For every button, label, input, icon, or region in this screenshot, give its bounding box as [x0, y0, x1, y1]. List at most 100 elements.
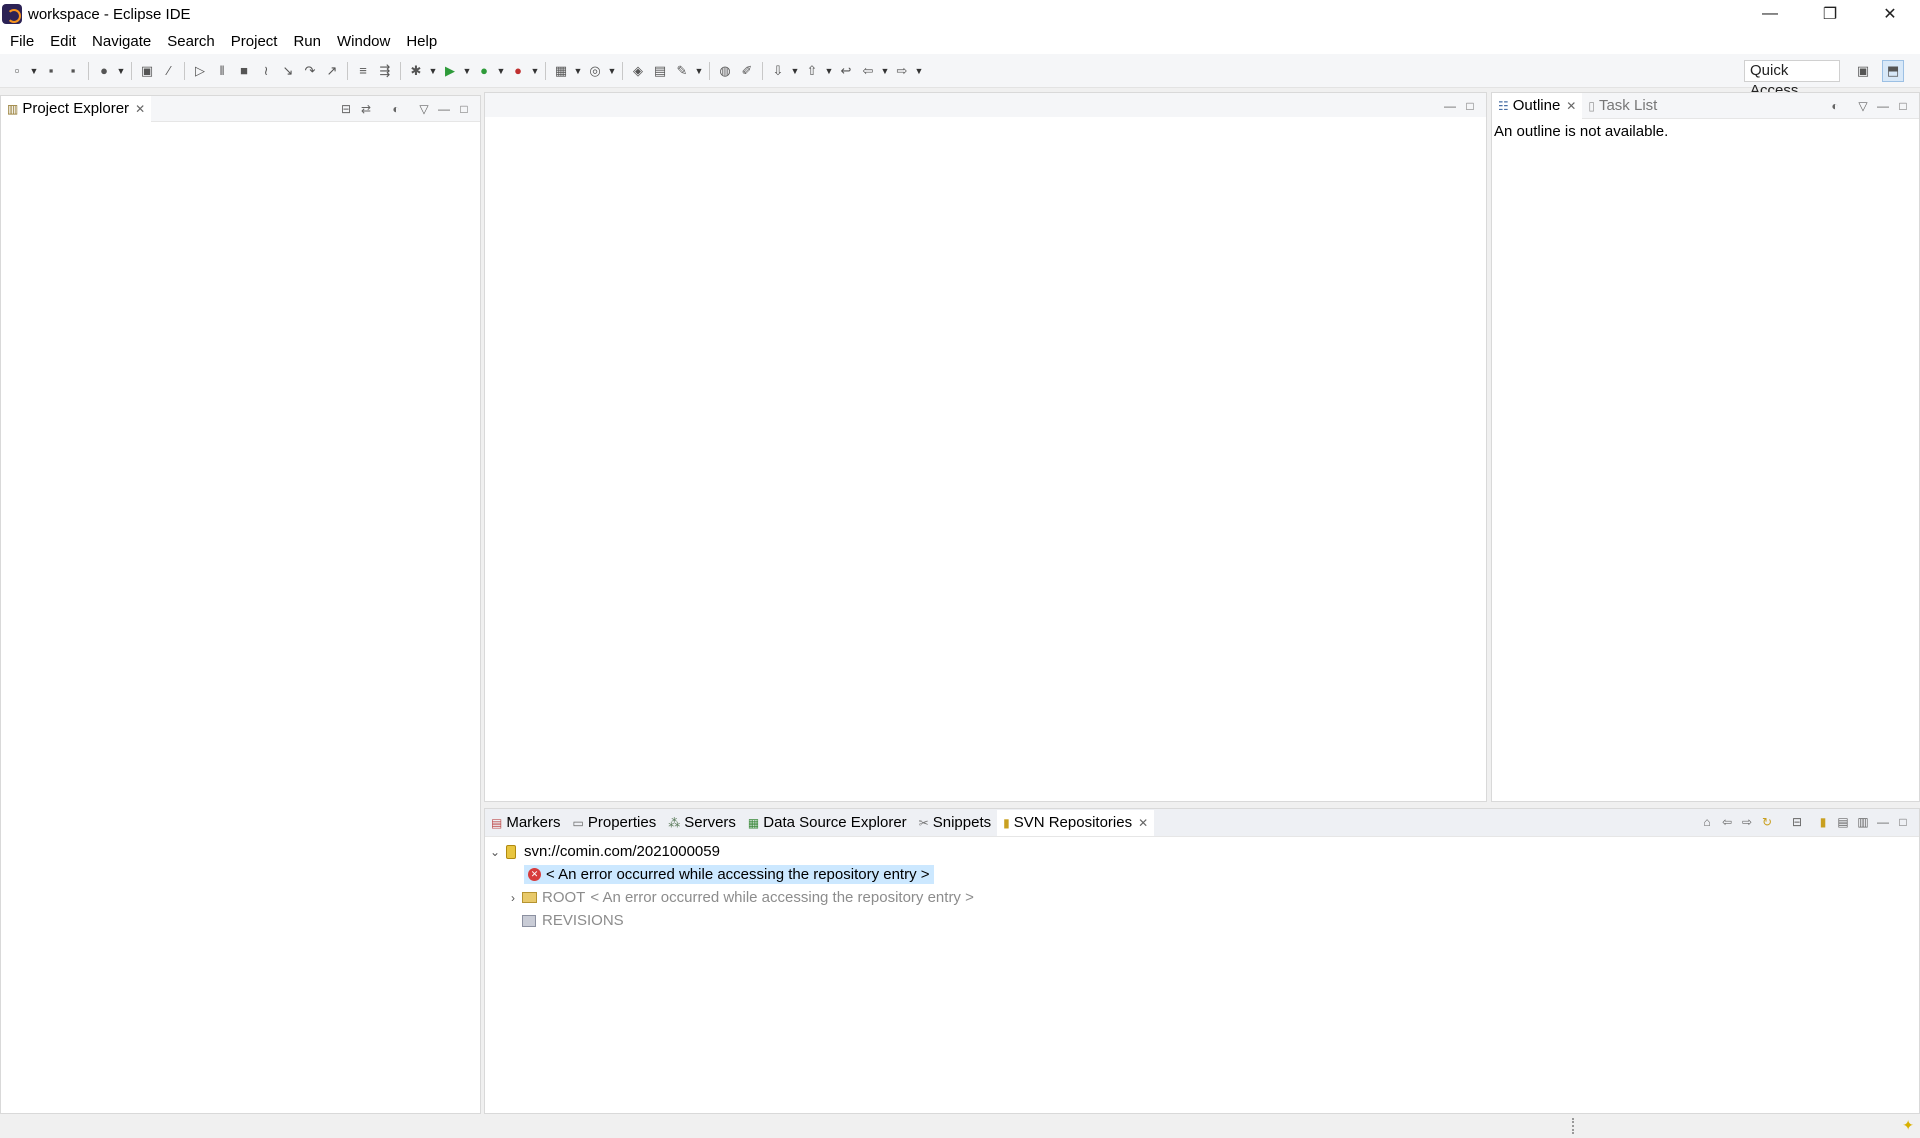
forward-icon[interactable]: ⇨: [1737, 812, 1757, 832]
tree-row-error[interactable]: ✕ < An error occurred while accessing th…: [485, 863, 1919, 886]
debug-icon[interactable]: ✱: [405, 60, 427, 82]
search-dropdown-icon[interactable]: ▼: [693, 60, 705, 82]
focus-icon[interactable]: ◐: [386, 99, 406, 119]
close-icon[interactable]: ✕: [1566, 99, 1576, 113]
toggle-annotation-icon[interactable]: ✐: [736, 60, 758, 82]
link-with-editor-icon[interactable]: ⇄: [356, 99, 376, 119]
minimize-icon[interactable]: —: [434, 99, 454, 119]
disconnect-icon[interactable]: ≀: [255, 60, 277, 82]
suspend-icon[interactable]: ‖: [211, 60, 233, 82]
close-icon[interactable]: ✕: [1138, 816, 1148, 830]
minimize-icon[interactable]: —: [1873, 812, 1893, 832]
home-icon[interactable]: ⌂: [1697, 812, 1717, 832]
menu-window[interactable]: Window: [329, 33, 398, 50]
quick-access-input[interactable]: Quick Access: [1744, 60, 1840, 99]
chevron-right-icon[interactable]: ›: [505, 891, 521, 905]
open-perspective-icon[interactable]: ▣: [1852, 60, 1874, 82]
new-icon[interactable]: ▫: [6, 60, 28, 82]
profile-dropdown-icon[interactable]: ▼: [115, 60, 127, 82]
prev-annotation-icon[interactable]: ⇧: [801, 60, 823, 82]
collapse-all-icon[interactable]: ⊟: [1787, 812, 1807, 832]
error-entry-selected[interactable]: ✕ < An error occurred while accessing th…: [524, 865, 934, 884]
tab-svn-repositories[interactable]: ▮ SVN Repositories ✕: [997, 809, 1155, 836]
forward-dropdown-icon[interactable]: ▼: [913, 60, 925, 82]
tab-project-explorer[interactable]: ▥ Project Explorer ✕: [1, 95, 152, 122]
java-ee-perspective-icon[interactable]: ⬒: [1882, 60, 1904, 82]
chevron-down-icon[interactable]: ⌄: [487, 845, 503, 859]
next-annotation-dropdown-icon[interactable]: ▼: [789, 60, 801, 82]
save-icon[interactable]: ▪: [40, 60, 62, 82]
run-server-icon[interactable]: ●: [473, 60, 495, 82]
console-icon[interactable]: ▣: [136, 60, 158, 82]
tree-row-repository[interactable]: ⌄ svn://comin.com/2021000059: [485, 840, 1919, 863]
new-web-service-icon[interactable]: ◎: [584, 60, 606, 82]
tab-markers[interactable]: ▤ Markers: [485, 810, 567, 836]
step-over-icon[interactable]: ↷: [299, 60, 321, 82]
focus-icon[interactable]: ◐: [1825, 96, 1845, 116]
menu-search[interactable]: Search: [159, 33, 223, 50]
restore-button[interactable]: ❐: [1800, 0, 1860, 28]
maximize-icon[interactable]: □: [1893, 96, 1913, 116]
skip-breakpoints-icon[interactable]: ⁄: [158, 60, 180, 82]
menu-navigate[interactable]: Navigate: [84, 33, 159, 50]
use-step-filters-icon[interactable]: ⇶: [374, 60, 396, 82]
tab-data-source-explorer[interactable]: ▦ Data Source Explorer: [742, 810, 913, 836]
new-repository-icon[interactable]: ▮: [1813, 812, 1833, 832]
step-return-icon[interactable]: ↗: [321, 60, 343, 82]
menu-edit[interactable]: Edit: [42, 33, 84, 50]
terminate-icon[interactable]: ■: [233, 60, 255, 82]
run-dropdown-icon[interactable]: ▼: [461, 60, 473, 82]
minimize-icon[interactable]: —: [1873, 96, 1893, 116]
refresh-icon[interactable]: ↻: [1757, 812, 1777, 832]
step-into-icon[interactable]: ↘: [277, 60, 299, 82]
search-icon[interactable]: ✎: [671, 60, 693, 82]
menu-run[interactable]: Run: [285, 33, 329, 50]
view-menu-icon[interactable]: ▽: [414, 99, 434, 119]
tab-properties[interactable]: ▭ Properties: [567, 810, 663, 836]
forward-icon[interactable]: ⇨: [891, 60, 913, 82]
close-window-button[interactable]: ✕: [1860, 0, 1920, 28]
open-resource-icon[interactable]: ▤: [649, 60, 671, 82]
menu-file[interactable]: File: [2, 33, 42, 50]
back-icon[interactable]: ⇦: [1717, 812, 1737, 832]
back-icon[interactable]: ⇦: [857, 60, 879, 82]
tab-task-list[interactable]: ▯ Task List: [1582, 93, 1663, 119]
new-web-service-dropdown-icon[interactable]: ▼: [606, 60, 618, 82]
run-server-dropdown-icon[interactable]: ▼: [495, 60, 507, 82]
back-dropdown-icon[interactable]: ▼: [879, 60, 891, 82]
resume-icon[interactable]: ▷: [189, 60, 211, 82]
run-icon[interactable]: ▶: [439, 60, 461, 82]
discard-location-icon[interactable]: ▥: [1853, 812, 1873, 832]
web-browser-icon[interactable]: ◍: [714, 60, 736, 82]
prev-annotation-dropdown-icon[interactable]: ▼: [823, 60, 835, 82]
drop-to-frame-icon[interactable]: ≡: [352, 60, 374, 82]
open-type-icon[interactable]: ◈: [627, 60, 649, 82]
minimize-icon[interactable]: —: [1440, 96, 1460, 116]
lightbulb-icon[interactable]: ✦: [1902, 1117, 1914, 1134]
new-dropdown-icon[interactable]: ▼: [28, 60, 40, 82]
menu-project[interactable]: Project: [223, 33, 286, 50]
collapse-all-icon[interactable]: ⊟: [336, 99, 356, 119]
save-all-icon[interactable]: ▪: [62, 60, 84, 82]
last-edit-location-icon[interactable]: ↩: [835, 60, 857, 82]
tab-outline[interactable]: ☷ Outline ✕: [1492, 92, 1583, 119]
maximize-icon[interactable]: □: [454, 99, 474, 119]
maximize-icon[interactable]: □: [1460, 96, 1480, 116]
view-menu-icon[interactable]: ▽: [1853, 96, 1873, 116]
tree-row-root[interactable]: › ROOT < An error occurred while accessi…: [485, 886, 1919, 909]
import-icon[interactable]: ▤: [1833, 812, 1853, 832]
tab-servers[interactable]: ⁂ Servers: [662, 810, 742, 836]
menu-help[interactable]: Help: [398, 33, 445, 50]
next-annotation-icon[interactable]: ⇩: [767, 60, 789, 82]
debug-dropdown-icon[interactable]: ▼: [427, 60, 439, 82]
external-tools-icon[interactable]: ●: [507, 60, 529, 82]
external-tools-dropdown-icon[interactable]: ▼: [529, 60, 541, 82]
new-server-icon[interactable]: ▦: [550, 60, 572, 82]
new-server-dropdown-icon[interactable]: ▼: [572, 60, 584, 82]
close-icon[interactable]: ✕: [135, 102, 145, 116]
tree-row-revisions[interactable]: REVISIONS: [485, 909, 1919, 932]
maximize-icon[interactable]: □: [1893, 812, 1913, 832]
minimize-button[interactable]: —: [1740, 0, 1800, 28]
tab-snippets[interactable]: ✂ Snippets: [913, 810, 997, 836]
profile-icon[interactable]: ●: [93, 60, 115, 82]
